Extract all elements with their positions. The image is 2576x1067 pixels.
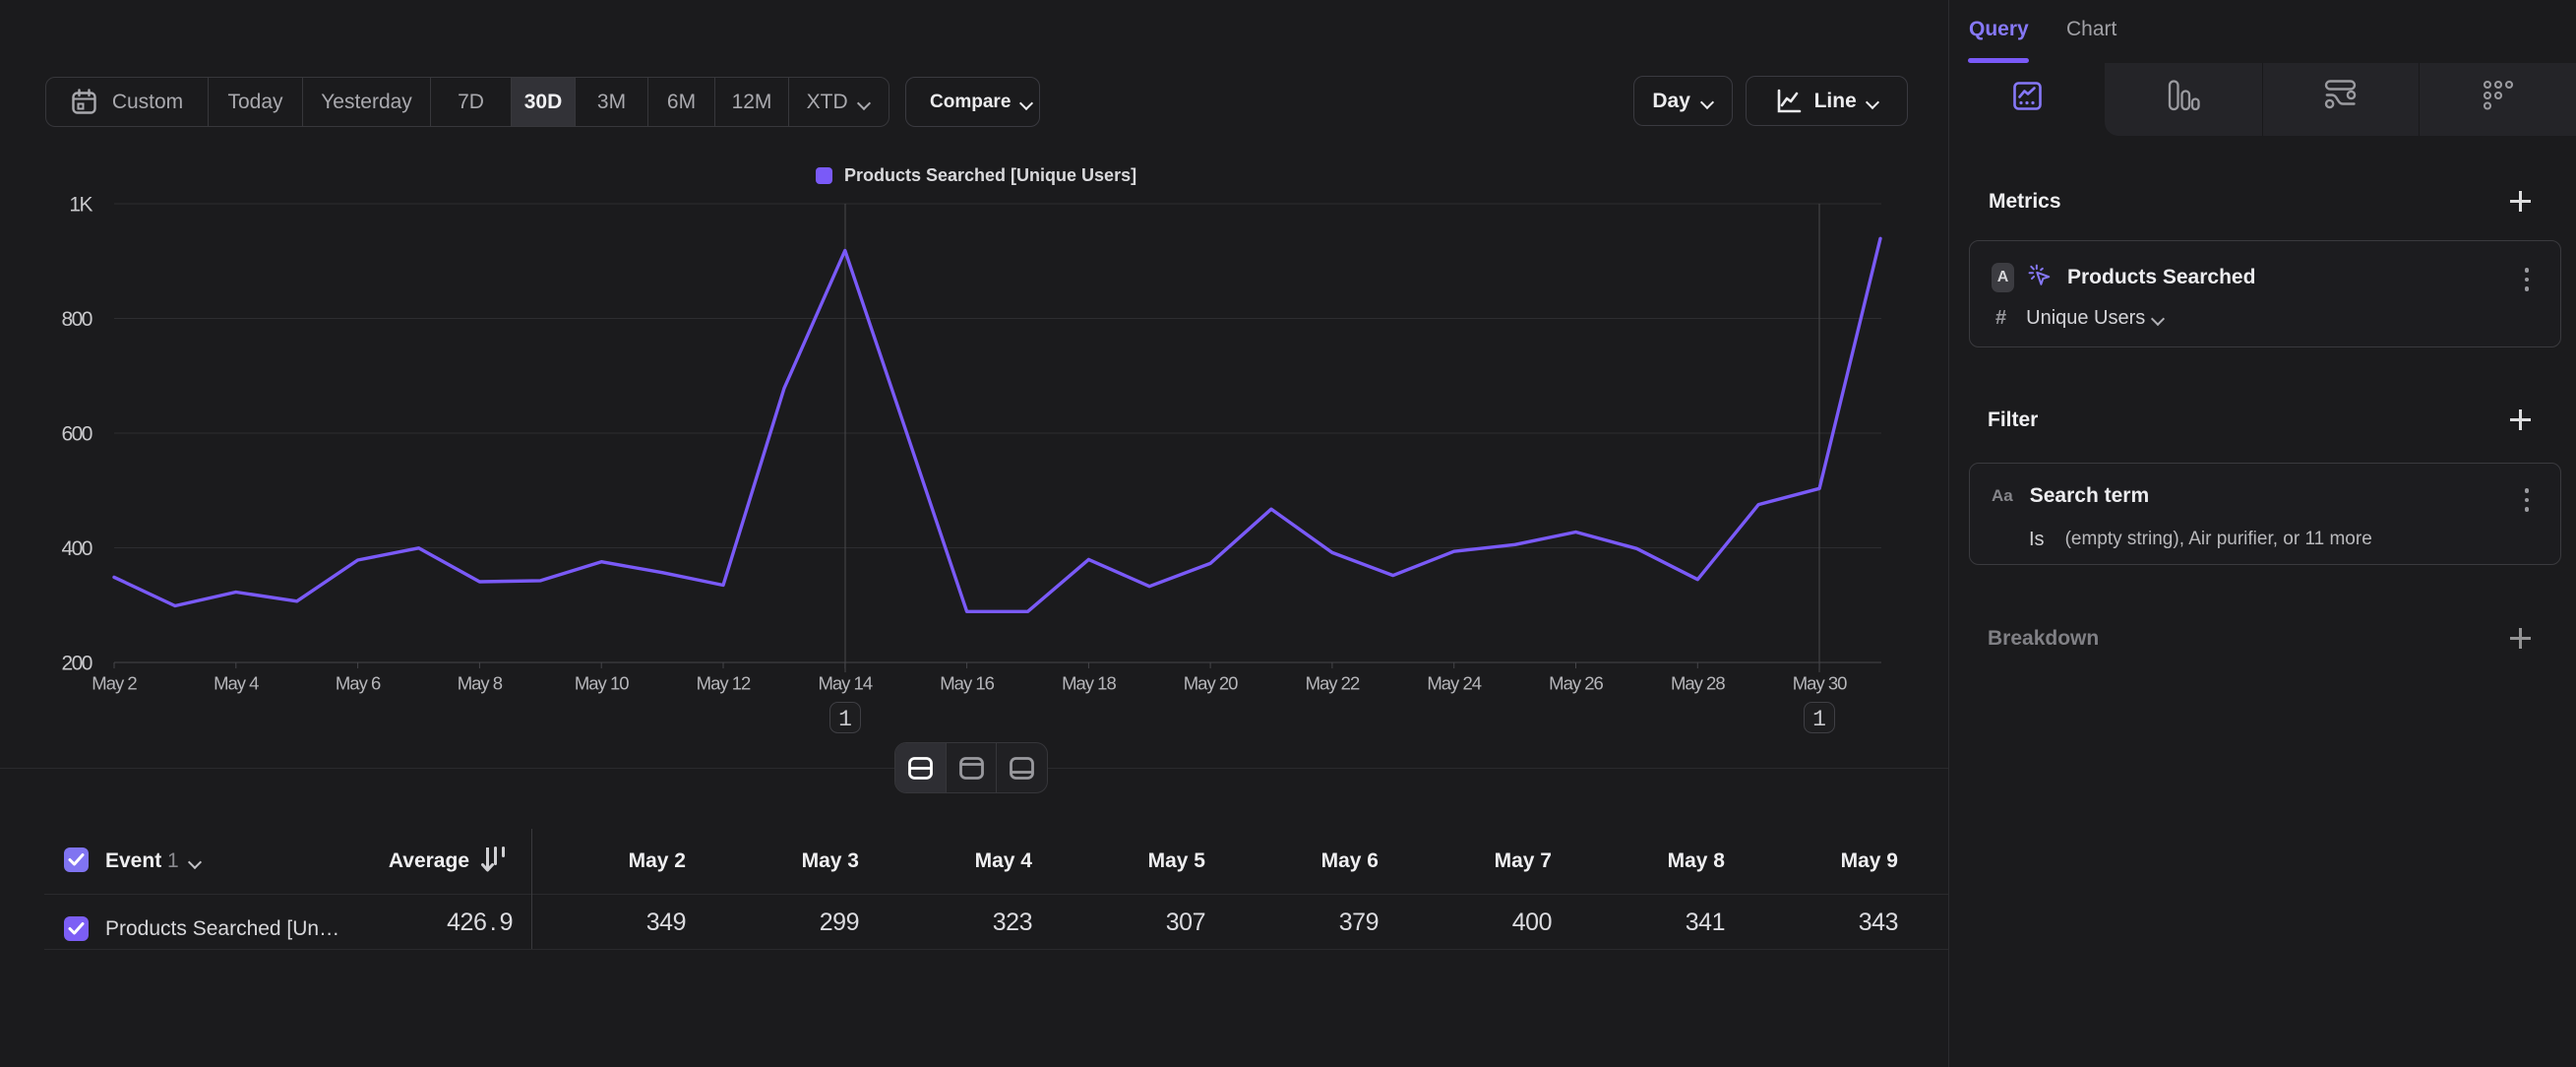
svg-text:May 18: May 18 bbox=[1062, 673, 1116, 694]
svg-text:May 24: May 24 bbox=[1427, 673, 1481, 694]
svg-text:1: 1 bbox=[838, 707, 852, 732]
svg-text:May 10: May 10 bbox=[575, 673, 629, 694]
svg-text:800: 800 bbox=[61, 308, 92, 331]
svg-text:May 2: May 2 bbox=[92, 673, 137, 694]
svg-text:200: 200 bbox=[61, 653, 92, 675]
svg-text:May 6: May 6 bbox=[336, 673, 381, 694]
svg-text:600: 600 bbox=[61, 423, 92, 446]
svg-text:May 8: May 8 bbox=[458, 673, 503, 694]
svg-text:May 20: May 20 bbox=[1184, 673, 1238, 694]
svg-text:May 28: May 28 bbox=[1671, 673, 1725, 694]
svg-text:1K: 1K bbox=[69, 194, 92, 217]
svg-text:May 14: May 14 bbox=[818, 673, 872, 694]
svg-text:May 16: May 16 bbox=[940, 673, 994, 694]
svg-text:1: 1 bbox=[1812, 707, 1826, 732]
svg-text:May 26: May 26 bbox=[1549, 673, 1603, 694]
svg-text:May 22: May 22 bbox=[1306, 673, 1360, 694]
svg-text:May 30: May 30 bbox=[1793, 673, 1847, 694]
svg-text:May 4: May 4 bbox=[214, 673, 259, 694]
svg-text:May 12: May 12 bbox=[697, 673, 751, 694]
svg-text:400: 400 bbox=[61, 537, 92, 560]
